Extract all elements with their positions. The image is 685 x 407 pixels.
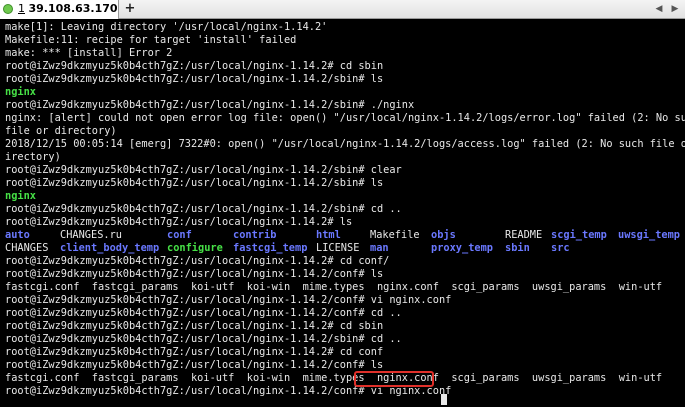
terminal-line: root@iZwz9dkzmyuz5k0b4cth7gZ:/usr/local/… bbox=[5, 268, 384, 280]
terminal-line: root@iZwz9dkzmyuz5k0b4cth7gZ:/usr/local/… bbox=[5, 73, 384, 85]
ls-entry: client_body_temp bbox=[60, 242, 160, 254]
session-tab-host: 39.108.63.170 bbox=[28, 2, 118, 15]
terminal-line: make[1]: Leaving directory '/usr/local/n… bbox=[5, 21, 328, 33]
terminal-line: root@iZwz9dkzmyuz5k0b4cth7gZ:/usr/local/… bbox=[5, 177, 384, 189]
new-tab-button[interactable]: + bbox=[123, 2, 137, 16]
terminal-line: root@iZwz9dkzmyuz5k0b4cth7gZ:/usr/local/… bbox=[5, 346, 384, 358]
connected-status-icon bbox=[3, 4, 13, 14]
terminal-line: nginx: [alert] could not open error log … bbox=[5, 112, 685, 124]
terminal-line: file or directory) bbox=[5, 125, 117, 137]
terminal-line: root@iZwz9dkzmyuz5k0b4cth7gZ:/usr/local/… bbox=[5, 164, 402, 176]
ls-entry: LICENSE bbox=[316, 242, 360, 254]
terminal-line: irectory) bbox=[5, 151, 61, 163]
ls-entry: objs bbox=[431, 229, 456, 241]
terminal-output[interactable]: make[1]: Leaving directory '/usr/local/n… bbox=[0, 20, 685, 407]
terminal-line: root@iZwz9dkzmyuz5k0b4cth7gZ:/usr/local/… bbox=[5, 203, 402, 215]
terminal-line: root@iZwz9dkzmyuz5k0b4cth7gZ:/usr/local/… bbox=[5, 333, 402, 345]
terminal-line: root@iZwz9dkzmyuz5k0b4cth7gZ:/usr/local/… bbox=[5, 216, 353, 228]
ls-entry: sbin bbox=[505, 242, 530, 254]
ls-entry: CHANGES bbox=[5, 242, 49, 254]
ls-entry: conf bbox=[167, 229, 192, 241]
ssh-client-window: 1 39.108.63.170 + ◀ ▶ make[1]: Leaving d… bbox=[0, 0, 685, 407]
terminal-line: nginx bbox=[5, 190, 36, 202]
nginx-conf-highlight-box bbox=[354, 371, 434, 387]
ls-entry: uwsgi_temp bbox=[618, 229, 680, 241]
ls-entry: scgi_temp bbox=[551, 229, 607, 241]
ls-entry: fastcgi_temp bbox=[233, 242, 308, 254]
session-tab[interactable]: 1 39.108.63.170 bbox=[0, 0, 119, 19]
ls-listing-row: CHANGES client_body_temp configure fastcgi_… bbox=[5, 242, 685, 255]
ls-listing-row: auto CHANGES.ru conf contrib html Makefile obj… bbox=[5, 229, 685, 242]
terminal-line: root@iZwz9dkzmyuz5k0b4cth7gZ:/usr/local/… bbox=[5, 99, 415, 111]
ls-entry: Makefile bbox=[370, 229, 420, 241]
terminal-line: make: *** [install] Error 2 bbox=[5, 47, 173, 59]
ls-entry: contrib bbox=[233, 229, 277, 241]
terminal-line: root@iZwz9dkzmyuz5k0b4cth7gZ:/usr/local/… bbox=[5, 294, 452, 306]
ls-entry: proxy_temp bbox=[431, 242, 493, 254]
terminal-cursor bbox=[441, 394, 447, 405]
terminal-line: root@iZwz9dkzmyuz5k0b4cth7gZ:/usr/local/… bbox=[5, 60, 384, 72]
terminal-line: nginx bbox=[5, 86, 36, 98]
terminal-line: fastcgi.conf fastcgi_params koi-utf koi-… bbox=[5, 281, 663, 293]
tab-bar: 1 39.108.63.170 + ◀ ▶ bbox=[0, 0, 685, 19]
ls-entry: configure bbox=[167, 242, 223, 254]
ls-entry: man bbox=[370, 242, 389, 254]
ls-entry: src bbox=[551, 242, 570, 254]
terminal-line: Makefile:11: recipe for target 'install'… bbox=[5, 34, 297, 46]
terminal-line: root@iZwz9dkzmyuz5k0b4cth7gZ:/usr/local/… bbox=[5, 255, 390, 267]
terminal-line: root@iZwz9dkzmyuz5k0b4cth7gZ:/usr/local/… bbox=[5, 320, 384, 332]
terminal-line: root@iZwz9dkzmyuz5k0b4cth7gZ:/usr/local/… bbox=[5, 359, 384, 371]
ls-entry: README bbox=[505, 229, 543, 241]
terminal-line: fastcgi.conf fastcgi_params koi-utf koi-… bbox=[5, 372, 663, 384]
session-tab-label: 1 39.108.63.170 bbox=[18, 2, 118, 15]
ls-entry: auto bbox=[5, 229, 30, 241]
scroll-tabs-right-icon[interactable]: ▶ bbox=[669, 3, 681, 15]
scroll-tabs-left-icon[interactable]: ◀ bbox=[653, 3, 665, 15]
terminal-line: root@iZwz9dkzmyuz5k0b4cth7gZ:/usr/local/… bbox=[5, 307, 402, 319]
session-tab-number: 1 bbox=[18, 2, 25, 15]
terminal-line: 2018/12/15 00:05:14 [emerg] 7322#0: open… bbox=[5, 138, 685, 150]
ls-entry: CHANGES.ru bbox=[60, 229, 122, 241]
ls-entry: html bbox=[316, 229, 341, 241]
